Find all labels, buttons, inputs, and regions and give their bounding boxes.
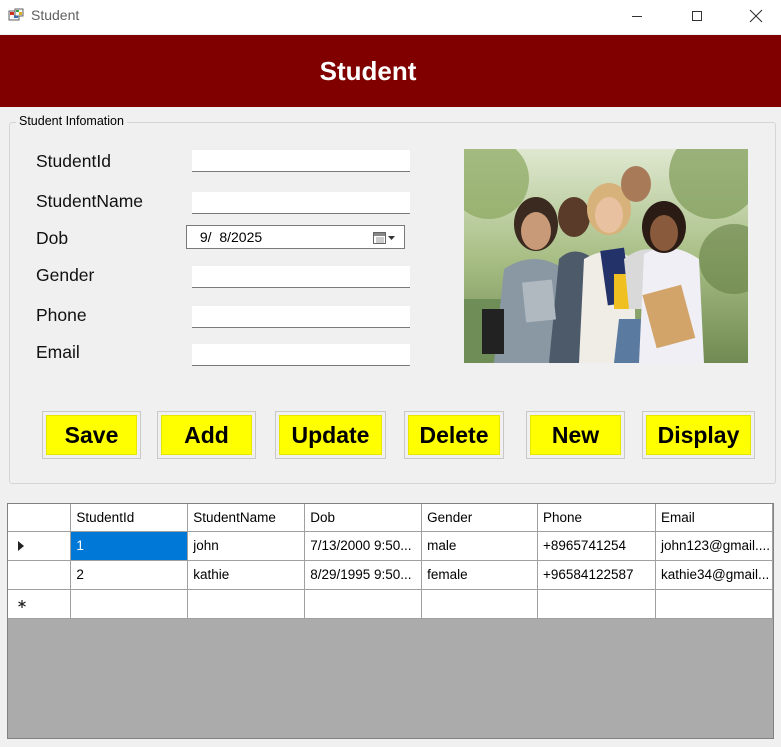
- row-header[interactable]: [8, 530, 72, 561]
- student-data-grid[interactable]: StudentId StudentName Dob Gender Phone E…: [7, 503, 774, 739]
- minimize-icon: [632, 16, 642, 17]
- grid-cell[interactable]: kathie: [187, 559, 306, 590]
- grid-cell[interactable]: [421, 588, 539, 619]
- update-button[interactable]: Update: [275, 411, 386, 459]
- email-label: Email: [36, 342, 80, 362]
- header-banner: Student: [0, 35, 781, 107]
- grid-cell[interactable]: [304, 588, 423, 619]
- display-button[interactable]: Display: [642, 411, 755, 459]
- row-header-corner: [8, 504, 72, 532]
- app-icon: [8, 8, 24, 21]
- save-button[interactable]: Save: [42, 411, 141, 459]
- grid-cell[interactable]: [70, 588, 189, 619]
- title-bar: Student: [0, 0, 781, 34]
- grid-cell[interactable]: male: [421, 530, 539, 561]
- row-header[interactable]: [8, 588, 72, 619]
- phone-input[interactable]: [192, 306, 410, 328]
- column-header[interactable]: StudentId: [70, 504, 189, 532]
- window-title: Student: [31, 7, 80, 23]
- new-row[interactable]: [8, 588, 773, 619]
- table-row[interactable]: 2 kathie 8/29/1995 9:50... female +96584…: [8, 559, 773, 590]
- current-row-arrow-icon: [18, 540, 24, 551]
- close-button[interactable]: [733, 0, 779, 32]
- grid-cell[interactable]: john: [187, 530, 306, 561]
- student-photo: [464, 149, 748, 363]
- minimize-button[interactable]: [614, 0, 660, 32]
- grid-cell[interactable]: +96584122587: [537, 559, 656, 590]
- grid-cell[interactable]: +8965741254: [537, 530, 656, 561]
- table-row[interactable]: 1 john 7/13/2000 9:50... male +896574125…: [8, 530, 773, 561]
- maximize-icon: [692, 11, 702, 21]
- dob-date-picker[interactable]: 9/ 8/2025: [186, 225, 405, 249]
- dob-value: 9/ 8/2025: [196, 229, 263, 245]
- grid-cell[interactable]: 2: [70, 559, 189, 590]
- phone-label: Phone: [36, 305, 87, 325]
- delete-button[interactable]: Delete: [404, 411, 504, 459]
- groupbox-legend: Student Infomation: [16, 114, 127, 128]
- add-button[interactable]: Add: [157, 411, 256, 459]
- grid-header-row: StudentId StudentName Dob Gender Phone E…: [8, 504, 773, 532]
- banner-title: Student: [319, 55, 417, 86]
- gender-input[interactable]: [192, 266, 410, 288]
- calendar-icon[interactable]: [372, 231, 398, 245]
- maximize-button[interactable]: [674, 0, 720, 32]
- column-header[interactable]: StudentName: [187, 504, 306, 532]
- column-header[interactable]: Email: [654, 504, 773, 532]
- grid-cell[interactable]: female: [421, 559, 539, 590]
- column-header[interactable]: Gender: [421, 504, 539, 532]
- grid-cell[interactable]: 8/29/1995 9:50...: [304, 559, 423, 590]
- grid-cell[interactable]: 7/13/2000 9:50...: [304, 530, 423, 561]
- grid-cell[interactable]: [537, 588, 656, 619]
- student-name-label: StudentName: [36, 191, 144, 211]
- new-row-icon: [18, 599, 26, 608]
- column-header[interactable]: Phone: [537, 504, 656, 532]
- grid-cell[interactable]: [187, 588, 306, 619]
- student-id-label: StudentId: [36, 151, 111, 171]
- dob-label: Dob: [36, 228, 69, 248]
- grid-cell[interactable]: [654, 588, 773, 619]
- grid-cell[interactable]: john123@gmail....: [654, 530, 773, 561]
- email-input[interactable]: [192, 344, 410, 366]
- row-header[interactable]: [8, 559, 72, 590]
- grid-cell[interactable]: 1: [70, 530, 189, 561]
- new-button[interactable]: New: [526, 411, 625, 459]
- gender-label: Gender: [36, 265, 95, 285]
- column-header[interactable]: Dob: [304, 504, 423, 532]
- student-name-input[interactable]: [192, 192, 410, 214]
- grid-table: StudentId StudentName Dob Gender Phone E…: [8, 504, 773, 619]
- grid-cell[interactable]: kathie34@gmail...: [654, 559, 773, 590]
- student-id-input[interactable]: [192, 150, 410, 172]
- close-icon: [749, 9, 763, 23]
